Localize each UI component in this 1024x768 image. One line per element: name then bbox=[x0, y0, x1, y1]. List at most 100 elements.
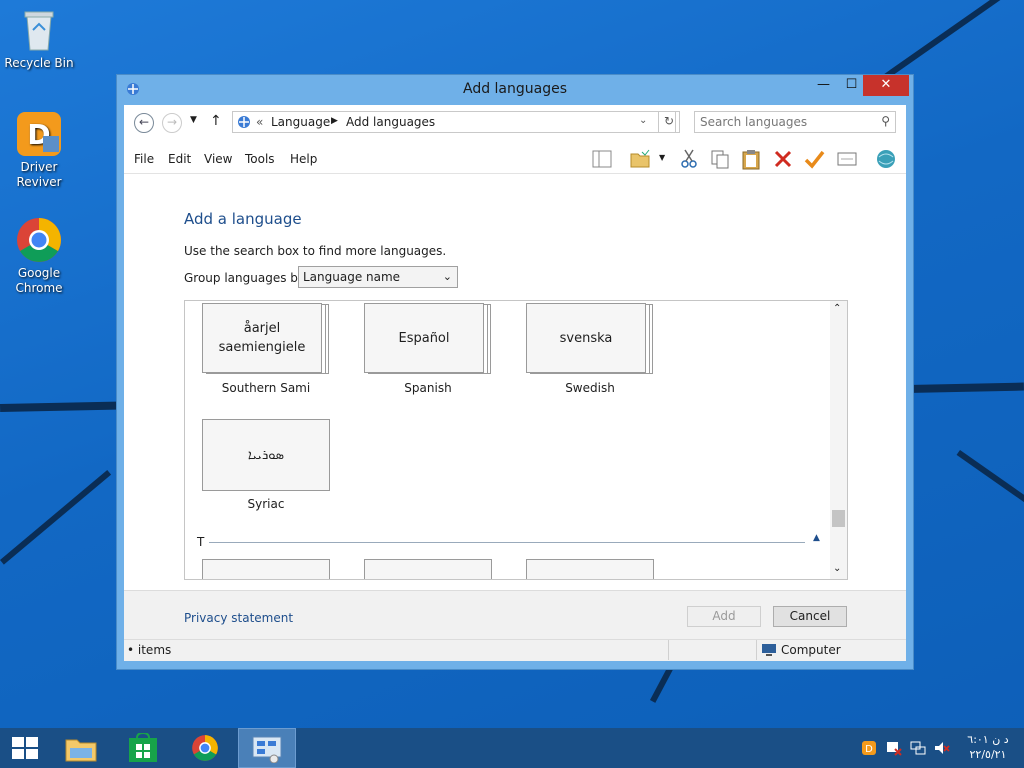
collapse-section-icon[interactable]: ▲ bbox=[813, 533, 820, 543]
add-languages-window: Add languages — ☐ ✕ ← → ▼ ↑ « Language ▶… bbox=[116, 74, 914, 670]
status-bar: • items Computer bbox=[124, 639, 906, 661]
menu-edit[interactable]: Edit bbox=[168, 152, 191, 166]
back-button[interactable]: ← bbox=[134, 113, 154, 133]
language-native-name: ܣܘܪܝܝܐ bbox=[202, 419, 330, 491]
title-bar[interactable]: Add languages — ☐ ✕ bbox=[117, 75, 913, 105]
windows-logo-icon bbox=[12, 737, 38, 762]
maximize-button[interactable]: ☐ bbox=[837, 75, 866, 96]
search-hint: Use the search box to find more language… bbox=[184, 244, 447, 258]
language-tile-partial[interactable] bbox=[364, 559, 492, 579]
section-header-t: T bbox=[197, 535, 205, 549]
language-tile-partial[interactable] bbox=[526, 559, 654, 579]
taskbar-store[interactable] bbox=[116, 728, 172, 768]
desktop-icon-recycle-bin[interactable]: Recycle Bin bbox=[0, 6, 78, 71]
desktop-icon-label: Google Chrome bbox=[15, 266, 63, 295]
language-tile-partial[interactable] bbox=[202, 559, 330, 579]
search-icon: ⚲ bbox=[881, 114, 890, 128]
address-dropdown-icon[interactable]: ⌄ bbox=[639, 115, 647, 126]
language-tile-spanish[interactable]: Español bbox=[364, 303, 492, 375]
properties-icon[interactable] bbox=[836, 148, 858, 170]
status-divider bbox=[668, 640, 669, 660]
desktop-icon-label: Recycle Bin bbox=[4, 56, 74, 70]
clock[interactable]: د ن ٦:٠١ ٢٢/٥/٢١ bbox=[958, 732, 1018, 762]
status-items: • items bbox=[127, 643, 172, 657]
language-list[interactable]: åarjel saemiengiele Southern Sami Españo… bbox=[184, 300, 848, 580]
volume-muted-icon[interactable] bbox=[934, 740, 950, 756]
content-area: Add a language Use the search box to fin… bbox=[124, 174, 906, 590]
forward-button[interactable]: → bbox=[162, 113, 182, 133]
status-computer: Computer bbox=[781, 643, 841, 657]
desktop-icon-driver-reviver[interactable]: D Driver Reviver bbox=[0, 110, 78, 190]
scroll-up-icon[interactable]: ⌃ bbox=[833, 303, 841, 314]
taskbar-file-explorer[interactable] bbox=[54, 728, 110, 768]
network-icon[interactable] bbox=[910, 740, 926, 756]
dropdown-arrow-icon[interactable]: ▼ bbox=[659, 153, 665, 162]
refresh-button[interactable]: ↻ bbox=[658, 111, 680, 133]
layout-pane-icon[interactable] bbox=[591, 148, 613, 170]
add-button[interactable]: Add bbox=[687, 606, 761, 627]
status-divider bbox=[756, 640, 757, 660]
page-title: Add a language bbox=[184, 210, 302, 228]
copy-icon[interactable] bbox=[709, 148, 731, 170]
language-name: Spanish bbox=[404, 381, 452, 395]
delete-icon[interactable] bbox=[772, 148, 794, 170]
chrome-icon bbox=[191, 734, 219, 765]
control-panel-icon bbox=[236, 114, 252, 130]
minimize-button[interactable]: — bbox=[809, 75, 838, 96]
up-button[interactable]: ↑ bbox=[210, 113, 222, 129]
language-tile-swedish[interactable]: svenska bbox=[526, 303, 654, 375]
group-by-label: Group languages by: bbox=[184, 271, 309, 285]
cut-icon[interactable] bbox=[678, 148, 700, 170]
language-name: Southern Sami bbox=[221, 381, 311, 395]
window-title: Add languages bbox=[462, 81, 568, 97]
breadcrumb-item-language[interactable]: Language bbox=[271, 115, 330, 129]
dialog-footer: Privacy statement Add Cancel bbox=[124, 590, 906, 643]
globe-icon[interactable] bbox=[875, 148, 897, 170]
search-input[interactable]: Search languages ⚲ bbox=[694, 111, 896, 133]
taskbar-control-panel[interactable] bbox=[238, 728, 296, 768]
menu-file[interactable]: File bbox=[134, 152, 154, 166]
menu-bar: File Edit View Tools Help ▼ bbox=[124, 141, 906, 174]
taskbar-chrome[interactable] bbox=[178, 728, 234, 768]
desktop-icon-google-chrome[interactable]: Google Chrome bbox=[0, 216, 78, 296]
vertical-scrollbar[interactable]: ⌃ ⌄ bbox=[830, 301, 847, 579]
language-native-name: svenska bbox=[526, 303, 646, 373]
computer-icon bbox=[761, 643, 777, 657]
chrome-icon bbox=[15, 216, 63, 264]
breadcrumb-separator-icon: ▶ bbox=[331, 116, 338, 126]
language-tile-southern-sami[interactable]: åarjel saemiengiele bbox=[202, 303, 330, 375]
paste-icon[interactable] bbox=[740, 148, 762, 170]
cancel-button[interactable]: Cancel bbox=[773, 606, 847, 627]
desktop-icon-label: Driver Reviver bbox=[16, 160, 62, 189]
scroll-down-icon[interactable]: ⌄ bbox=[833, 563, 841, 574]
scrollbar-thumb[interactable] bbox=[832, 510, 845, 527]
recycle-bin-icon bbox=[15, 6, 63, 54]
taskbar: D د ن ٦:٠١ ٢٢/٥/٢١ bbox=[0, 728, 1024, 768]
language-name: Syriac bbox=[247, 497, 285, 511]
language-name: Swedish bbox=[565, 381, 615, 395]
menu-help[interactable]: Help bbox=[290, 152, 317, 166]
breadcrumb-prefix: « bbox=[256, 115, 264, 129]
breadcrumb-item-add-languages[interactable]: Add languages bbox=[346, 115, 435, 129]
group-by-select[interactable]: Language name ⌄ bbox=[298, 266, 458, 288]
clock-time: د ن ٦:٠١ bbox=[967, 733, 1009, 746]
file-explorer-icon bbox=[65, 734, 97, 765]
svg-text:D: D bbox=[865, 744, 873, 755]
language-native-name: Español bbox=[364, 303, 484, 373]
store-icon bbox=[128, 731, 158, 766]
address-bar[interactable]: « Language ▶ Add languages ⌄ bbox=[232, 111, 676, 133]
driver-reviver-tray-icon[interactable]: D bbox=[861, 740, 877, 756]
window-client: ← → ▼ ↑ « Language ▶ Add languages ⌄ ↻ S… bbox=[124, 105, 906, 661]
start-button[interactable] bbox=[0, 728, 56, 768]
action-center-alert-icon[interactable] bbox=[886, 740, 902, 756]
privacy-statement-link[interactable]: Privacy statement bbox=[184, 611, 293, 625]
section-divider bbox=[209, 542, 805, 543]
checkmark-icon[interactable] bbox=[803, 148, 825, 170]
language-tile-syriac[interactable]: ܣܘܪܝܝܐ bbox=[202, 419, 330, 491]
recent-locations-icon[interactable]: ▼ bbox=[190, 115, 197, 125]
menu-tools[interactable]: Tools bbox=[245, 152, 275, 166]
close-button[interactable]: ✕ bbox=[863, 75, 909, 96]
search-placeholder: Search languages bbox=[700, 115, 808, 129]
menu-view[interactable]: View bbox=[204, 152, 232, 166]
folder-options-icon[interactable] bbox=[629, 148, 651, 170]
